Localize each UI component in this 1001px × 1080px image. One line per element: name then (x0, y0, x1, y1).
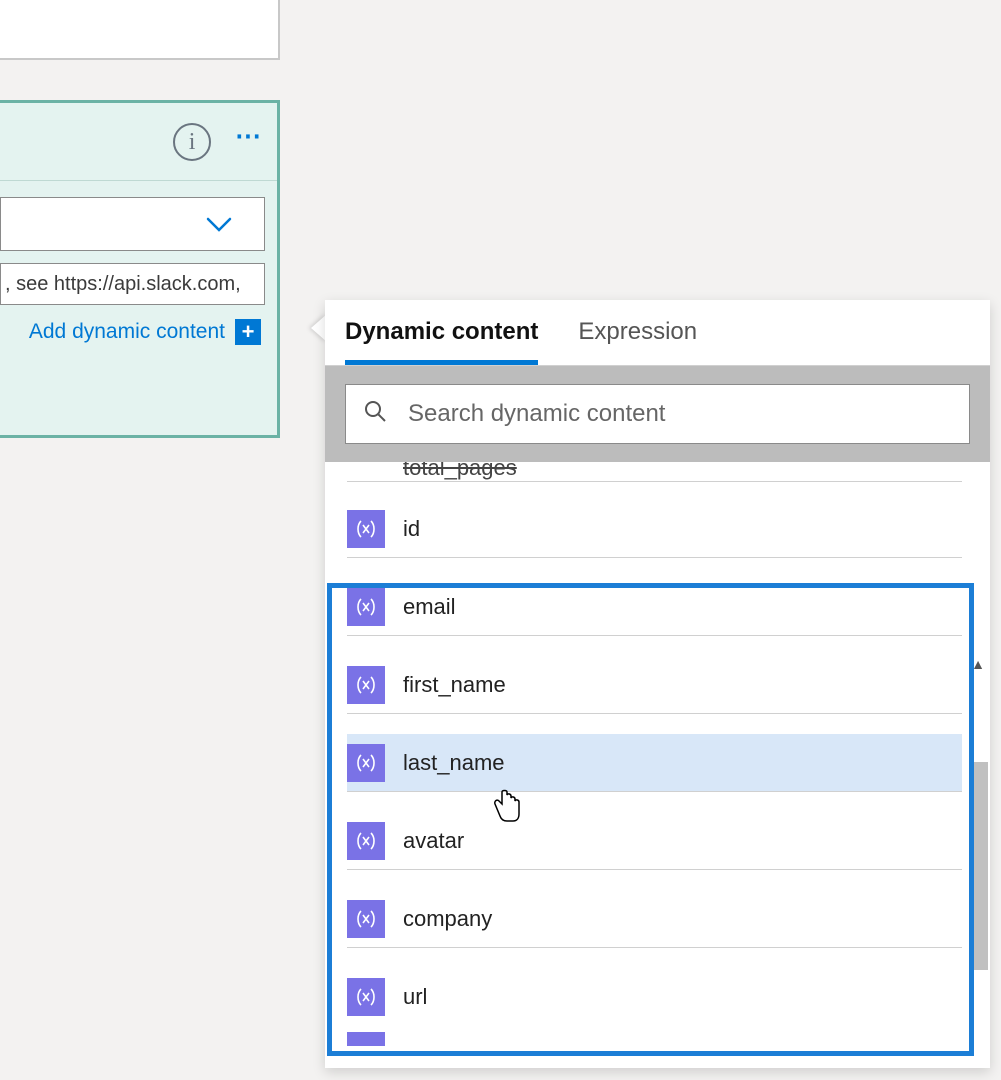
list-item[interactable]: total_pages (347, 462, 962, 482)
variable-icon (347, 588, 385, 626)
variable-icon (347, 666, 385, 704)
item-label: url (403, 984, 427, 1010)
item-label: total_pages (347, 462, 517, 481)
list-item[interactable]: last_name (347, 734, 962, 792)
search-input[interactable] (408, 400, 951, 428)
scroll-up-arrow[interactable]: ▲ (971, 656, 985, 672)
scrollbar-thumb[interactable] (970, 762, 988, 970)
dynamic-items-list: ▲ total_pages id email first_name (325, 462, 990, 1068)
list-item[interactable]: company (347, 890, 962, 948)
tab-dynamic-content[interactable]: Dynamic content (345, 318, 538, 365)
channel-dropdown[interactable] (0, 197, 265, 251)
list-item-partial (347, 1032, 972, 1046)
variable-icon (347, 978, 385, 1016)
message-text-input[interactable]: , see https://api.slack.com, (0, 263, 265, 305)
tab-expression[interactable]: Expression (578, 318, 697, 365)
list-item[interactable]: avatar (347, 812, 962, 870)
item-label: last_name (403, 750, 505, 776)
add-dynamic-content-link[interactable]: Add dynamic content (29, 320, 225, 344)
list-item[interactable]: email (347, 578, 962, 636)
more-menu-icon[interactable]: ··· (233, 116, 259, 168)
list-item[interactable]: first_name (347, 656, 962, 714)
action-card: i ··· , see https://api.slack.com, Add d… (0, 100, 280, 438)
search-icon (364, 400, 386, 429)
action-card-body: , see https://api.slack.com, Add dynamic… (0, 181, 277, 345)
item-label: first_name (403, 672, 506, 698)
variable-icon (347, 900, 385, 938)
popout-tabs: Dynamic content Expression (325, 300, 990, 366)
list-item[interactable]: id (347, 500, 962, 558)
action-card-header: i ··· (0, 103, 277, 181)
add-dynamic-content-row: Add dynamic content + (0, 319, 265, 345)
plus-icon[interactable]: + (235, 319, 261, 345)
search-bar-zone (325, 366, 990, 462)
message-text-value: , see https://api.slack.com, (5, 273, 241, 296)
info-icon[interactable]: i (173, 123, 211, 161)
variable-icon (347, 822, 385, 860)
chevron-down-icon (206, 209, 232, 240)
item-label: avatar (403, 828, 464, 854)
item-label: id (403, 516, 420, 542)
item-label: company (403, 906, 492, 932)
variable-icon (347, 1032, 385, 1046)
variable-icon (347, 744, 385, 782)
dynamic-content-popout: Dynamic content Expression ▲ total_pages… (325, 300, 990, 1068)
item-label: email (403, 594, 456, 620)
list-item[interactable]: url (347, 968, 962, 1026)
previous-step-fragment (0, 0, 280, 60)
search-box (345, 384, 970, 444)
variable-icon (347, 510, 385, 548)
